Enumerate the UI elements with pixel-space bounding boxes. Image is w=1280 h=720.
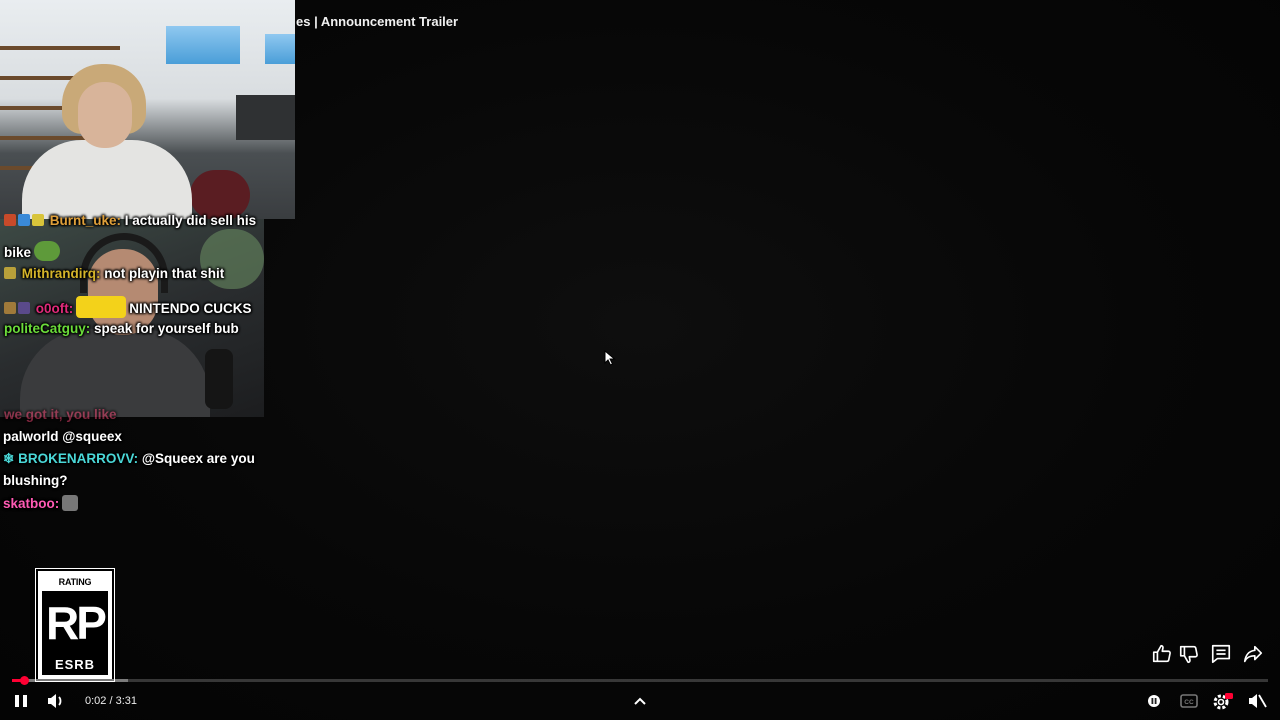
chat-message: palworld @squeex	[3, 429, 122, 444]
autoplay-toggle-icon[interactable]	[1144, 690, 1164, 712]
current-time: 0:02	[85, 695, 107, 707]
chat-text: blushing?	[3, 473, 68, 488]
time-display: 0:02 / 3:31	[85, 695, 137, 707]
chat-message: bike	[4, 241, 61, 261]
esrb-rating-badge: RATING PENDING RP ESRB	[35, 568, 115, 682]
chat-username: skatboo:	[3, 496, 60, 511]
emote-icon	[62, 495, 79, 511]
progress-buffered	[12, 679, 128, 682]
thumbs-down-icon[interactable]	[1178, 643, 1200, 665]
time-separator: /	[106, 695, 116, 707]
esrb-brand: ESRB	[42, 655, 108, 675]
chat-text: NINTENDO CUCKS	[129, 301, 252, 316]
thumbs-up-icon[interactable]	[1151, 643, 1173, 665]
chat-text: speak for yourself bub	[94, 321, 239, 336]
headset-decor	[80, 233, 168, 293]
chevron-up-icon[interactable]	[630, 690, 650, 712]
guest-shirt	[20, 329, 210, 417]
window-decor	[166, 26, 240, 64]
window-decor	[265, 34, 295, 64]
volume-icon[interactable]	[45, 690, 65, 712]
snowflake-badge-icon: ❄	[3, 451, 15, 466]
streamer-webcam	[0, 0, 295, 219]
chat-text: @Squeex are you	[141, 451, 255, 466]
volume-muted-icon[interactable]	[1246, 690, 1268, 712]
desk-decor	[236, 95, 295, 140]
sub-badge-icon	[4, 302, 16, 314]
comment-icon[interactable]	[1210, 643, 1232, 665]
badge-icon	[32, 214, 44, 226]
chat-text: bike	[4, 245, 32, 260]
chat-username: Mithrandirq:	[21, 266, 101, 281]
gear-icon[interactable]	[1210, 690, 1234, 712]
esrb-rating: RP	[42, 591, 108, 655]
streamer-torso	[22, 140, 192, 219]
progress-bar[interactable]	[12, 676, 1268, 685]
chat-message: we got it, you like	[4, 407, 117, 422]
chat-message: skatboo:	[3, 495, 79, 511]
chat-text: palworld @squeex	[3, 429, 122, 444]
chat-username: Burnt_uke:	[49, 213, 122, 228]
chat-message: Mithrandirq: not playin that shit	[4, 266, 224, 281]
duration: 3:31	[115, 695, 138, 707]
badge-icon	[18, 302, 30, 314]
streamer-face	[78, 82, 132, 148]
mouse-cursor-icon	[604, 350, 616, 366]
sub-badge-icon	[4, 267, 16, 279]
chat-message: blushing?	[3, 473, 68, 488]
chair-decor	[190, 170, 250, 219]
chat-message: Burnt_uke: I actually did sell his	[4, 213, 256, 228]
chat-username: o0oft:	[35, 301, 74, 316]
chat-username: politeCatguy:	[4, 321, 91, 336]
emote-icon	[76, 296, 127, 318]
sub-badge-icon	[4, 214, 16, 226]
badge-icon	[18, 214, 30, 226]
video-title: es | Announcement Trailer	[296, 14, 459, 29]
chat-text: not playin that shit	[104, 266, 225, 281]
chat-text: I actually did sell his	[124, 213, 257, 228]
chat-message: ❄ BROKENARROVV: @Squeex are you	[3, 451, 255, 467]
progress-scrubber[interactable]	[20, 676, 29, 685]
pepe-emote-icon	[34, 241, 61, 261]
esrb-top-label: RATING PENDING	[42, 575, 108, 601]
chat-message: o0oft: NINTENDO CUCKS	[4, 296, 252, 318]
mic-decor	[205, 349, 233, 409]
pause-icon[interactable]	[12, 690, 30, 712]
chat-username: BROKENARROVV:	[18, 451, 139, 466]
chat-message: politeCatguy: speak for yourself bub	[4, 321, 239, 336]
share-icon[interactable]	[1242, 643, 1264, 665]
captions-icon[interactable]: CC	[1178, 690, 1200, 712]
svg-text:CC: CC	[1184, 699, 1194, 706]
chat-text: we got it, you like	[4, 407, 117, 422]
